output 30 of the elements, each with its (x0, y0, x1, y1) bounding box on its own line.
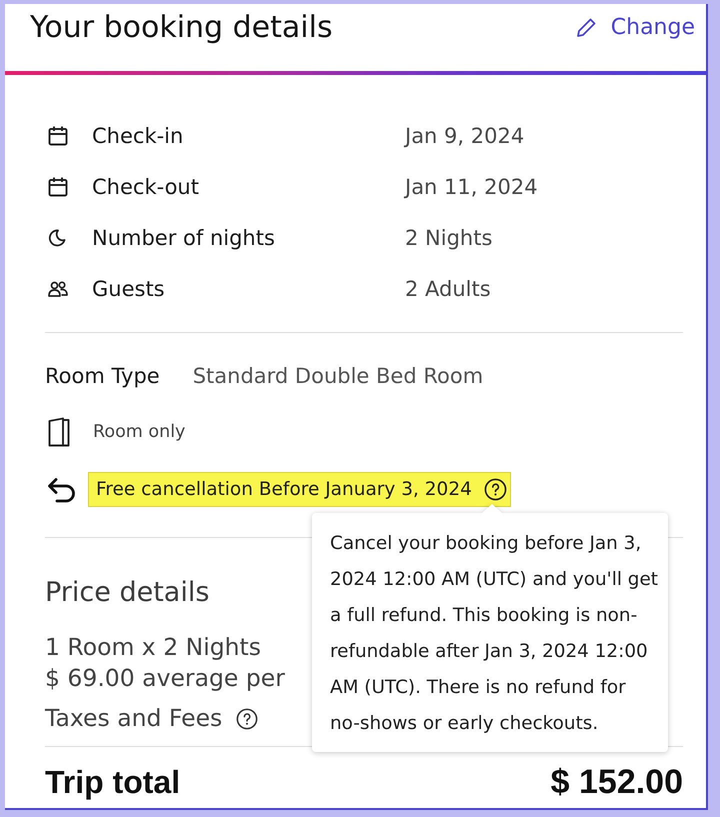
card-title: Your booking details (30, 10, 333, 46)
trip-total-label: Trip total (45, 764, 180, 800)
detail-label: Number of nights (92, 226, 275, 250)
price-line-note: $ 69.00 average per (45, 664, 285, 692)
price-line-label: 1 Room x 2 Nights (45, 632, 261, 663)
change-link[interactable]: Change (574, 10, 695, 46)
cancellation-text: Free cancellation Before January 3, 2024 (96, 479, 472, 500)
detail-value: 2 Nights (405, 226, 492, 250)
calendar-icon (48, 126, 68, 146)
room-type-value: Standard Double Bed Room (192, 364, 484, 388)
detail-label: Check-out (92, 174, 199, 198)
door-icon (48, 417, 70, 447)
detail-value: 2 Adults (405, 276, 491, 300)
help-icon[interactable] (236, 708, 258, 730)
guests-icon (48, 280, 68, 296)
price-details-heading: Price details (45, 577, 210, 608)
calendar-icon (48, 176, 68, 196)
room-type-label: Room Type (45, 364, 160, 388)
price-line-label: Taxes and Fees (45, 703, 222, 734)
tooltip-text: Cancel your booking before Jan 3, 2024 12:00 AM (UTC) and you'll get a full refund. This booking is non-refundable after Jan 3, 2024 12:00 AM (UTC). There is no refund for no-shows or early checkouts. (330, 532, 658, 736)
undo-arrow-icon (47, 476, 77, 502)
pencil-icon (574, 17, 597, 39)
detail-label: Check-in (92, 124, 184, 148)
detail-label: Guests (92, 276, 165, 300)
help-icon[interactable] (484, 478, 507, 501)
trip-total-amount: $ 152.00 (550, 762, 683, 802)
moon-icon (48, 228, 66, 246)
detail-value: Jan 9, 2024 (405, 124, 524, 148)
detail-value: Jan 11, 2024 (405, 174, 538, 198)
board-text: Room only (93, 422, 186, 442)
